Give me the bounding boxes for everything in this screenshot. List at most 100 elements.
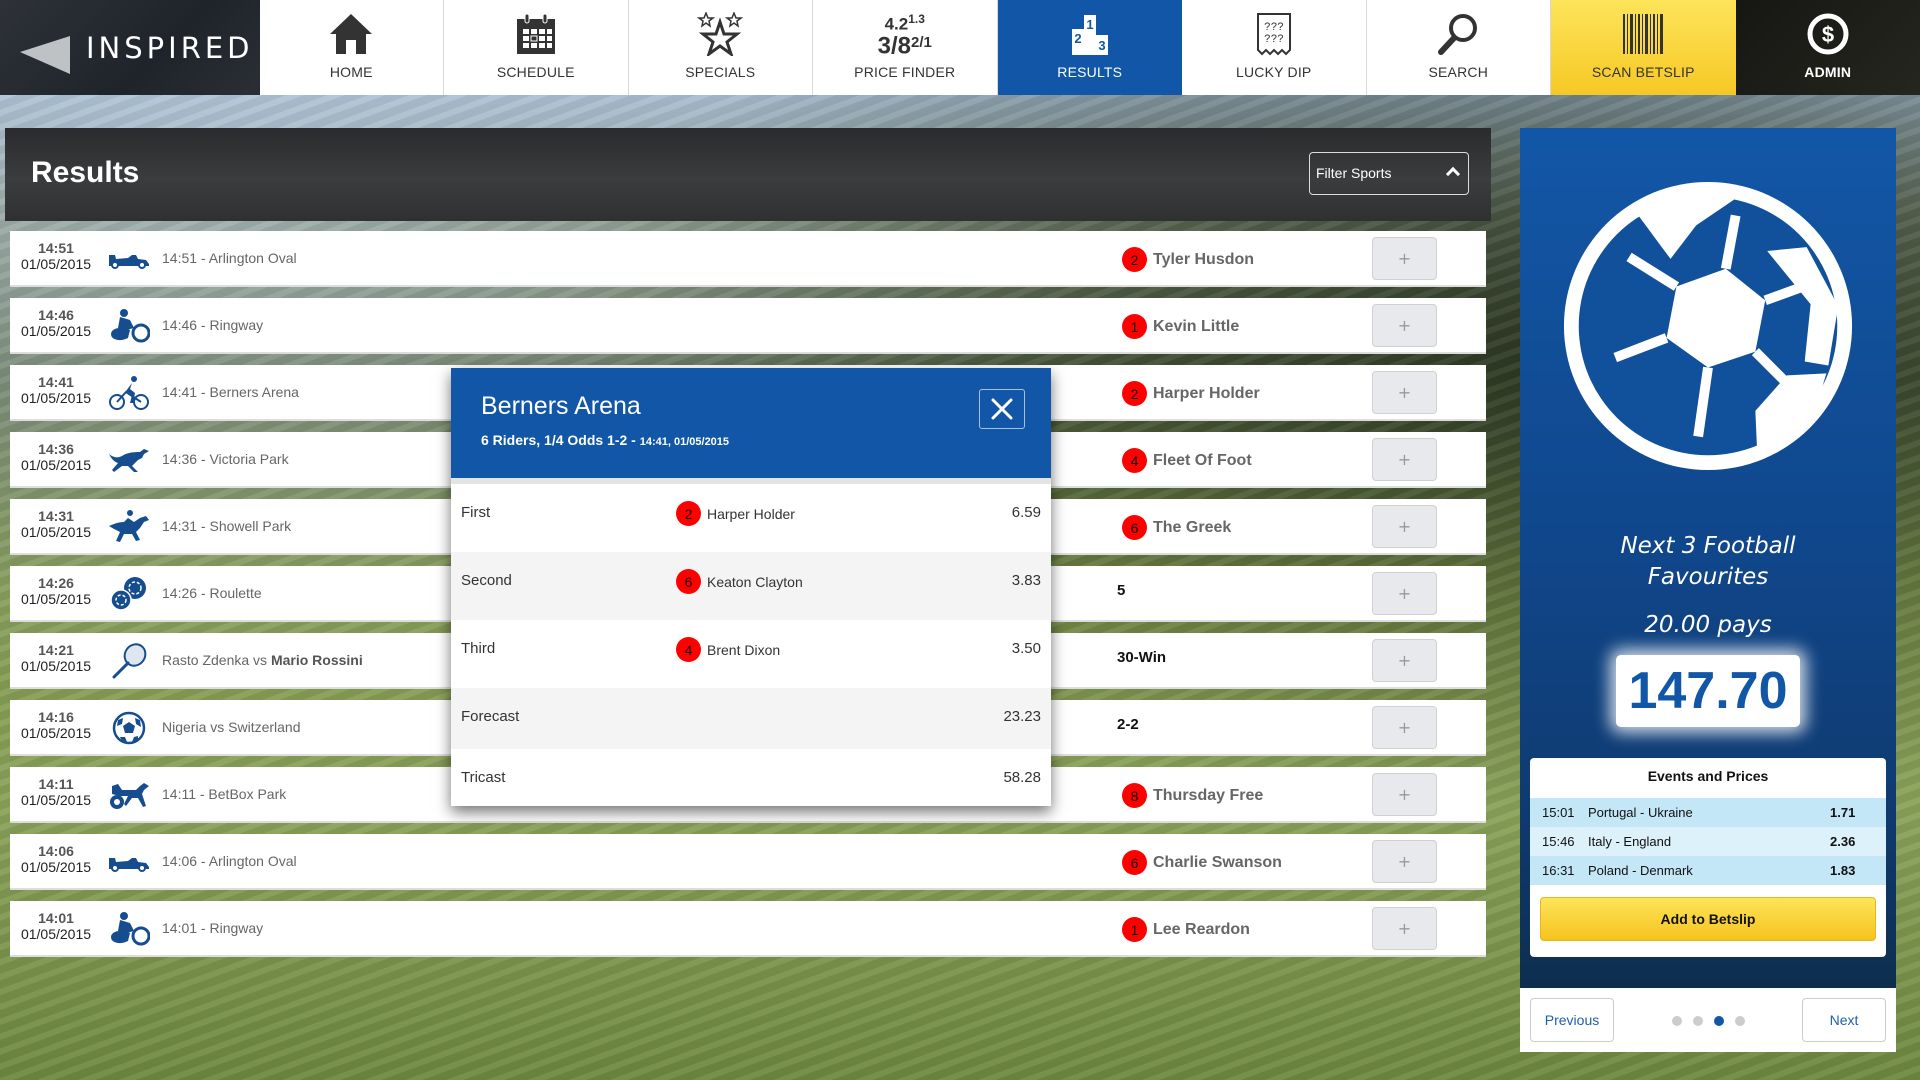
expand-button[interactable]: + — [1372, 572, 1437, 615]
events-list: 15:01 Portugal - Ukraine 1.71 15:46 Italy - … — [1530, 798, 1886, 885]
svg-text:???: ??? — [1264, 34, 1284, 46]
expand-button[interactable]: + — [1372, 505, 1437, 548]
tab-admin[interactable]: $ ADMIN — [1735, 0, 1920, 95]
event-name: 14:36 - Victoria Park — [162, 451, 289, 467]
position-badge: 2 — [1122, 381, 1147, 406]
winner-name: Fleet Of Foot — [1153, 451, 1252, 469]
carousel-dot[interactable] — [1735, 1016, 1745, 1026]
event-title: 14:31 - Showell Park — [162, 518, 291, 534]
result-row[interactable]: 14:51 01/05/2015 14:51 - Arlington Oval 2 Ty… — [10, 231, 1486, 287]
event-title: 14:41 - Berners Arena — [162, 384, 299, 400]
event-title: 14:26 - Roulette — [162, 585, 262, 601]
carousel-dot[interactable] — [1714, 1016, 1724, 1026]
position-badge: 6 — [1122, 515, 1147, 540]
event-datetime: 14:01 01/05/2015 — [10, 910, 102, 942]
popup-subtitle: 6 Riders, 1/4 Odds 1-2 - 14:41, 01/05/20… — [481, 432, 729, 448]
event-time: 15:46 — [1542, 834, 1575, 849]
tab-label: SCHEDULE — [496, 64, 575, 80]
winner-name: Charlie Swanson — [1153, 853, 1282, 871]
event-name: 14:26 - Roulette — [162, 585, 262, 601]
expand-button[interactable]: + — [1372, 840, 1437, 883]
event-time: 15:01 — [1542, 805, 1575, 820]
position-badge: 8 — [1122, 783, 1147, 808]
event-name: 14:11 - BetBox Park — [162, 786, 287, 802]
close-button[interactable] — [979, 389, 1025, 429]
harness-racing-icon — [108, 777, 150, 813]
expand-button[interactable]: + — [1372, 706, 1437, 749]
event-date: 01/05/2015 — [20, 591, 92, 607]
runner: 6 Keaton Clayton — [676, 569, 803, 594]
event-datetime: 14:06 01/05/2015 — [10, 843, 102, 875]
result-value: 30-Win — [1117, 649, 1167, 666]
dividend-value: 23.23 — [1003, 708, 1041, 725]
popup-row-third: Third 4 Brent Dixon 3.50 — [451, 620, 1051, 688]
speedway-icon — [108, 911, 150, 947]
event-name: 14:31 - Showell Park — [162, 518, 292, 534]
popup-datetime: 14:41, 01/05/2015 — [639, 436, 730, 448]
event-price: 1.71 — [1830, 805, 1856, 820]
expand-button[interactable]: + — [1372, 371, 1437, 414]
expand-button[interactable]: + — [1372, 639, 1437, 682]
winner-name: Tyler Husdon — [1153, 250, 1255, 268]
event-time: 14:46 — [38, 307, 74, 323]
event-title: 14:36 - Victoria Park — [162, 451, 289, 467]
tab-lucky-dip[interactable]: ?????? LUCKY DIP — [1182, 0, 1367, 95]
tab-price-finder[interactable]: 4.21.3 3/82/1 PRICE FINDER — [813, 0, 998, 95]
tab-scan-betslip[interactable]: SCAN BETSLIP — [1551, 0, 1736, 95]
tab-label: LUCKY DIP — [1236, 64, 1312, 80]
dividend-value: 6.59 — [1011, 504, 1041, 521]
tab-label: RESULTS — [1057, 64, 1123, 80]
event-title: 14:51 - Arlington Oval — [162, 250, 297, 266]
result-row[interactable]: 14:01 01/05/2015 14:01 - Ringway 1 Lee Reard… — [10, 901, 1486, 957]
event-datetime: 14:26 01/05/2015 — [10, 575, 102, 607]
winner: 6 Charlie Swanson — [1122, 850, 1282, 875]
expand-button[interactable]: + — [1372, 438, 1437, 481]
tab-label: ADMIN — [1804, 64, 1852, 80]
event-time: 14:06 — [38, 843, 74, 859]
event-datetime: 14:46 01/05/2015 — [10, 307, 102, 339]
position-label: First — [461, 504, 491, 521]
filter-sports-dropdown[interactable]: Filter Sports — [1309, 152, 1469, 195]
result-detail-popup: Berners Arena 6 Riders, 1/4 Odds 1-2 - 1… — [451, 368, 1051, 806]
add-to-betslip-button[interactable]: Add to Betslip — [1540, 897, 1876, 941]
carousel-dots — [1672, 1016, 1745, 1026]
expand-button[interactable]: + — [1372, 237, 1437, 280]
event-date: 01/05/2015 — [20, 323, 92, 339]
winner: 1 Lee Reardon — [1122, 917, 1250, 942]
position-badge: 4 — [676, 637, 701, 662]
result-row[interactable]: 14:46 01/05/2015 14:46 - Ringway 1 Kevin Lit… — [10, 298, 1486, 354]
football-icon — [108, 710, 150, 746]
event-name: 14:06 - Arlington Oval — [162, 853, 297, 869]
svg-text:$: $ — [1822, 22, 1834, 47]
event-time: 14:36 — [38, 441, 74, 457]
carousel-dot[interactable] — [1672, 1016, 1682, 1026]
runner: 2 Harper Holder — [676, 501, 795, 526]
tab-search[interactable]: SEARCH — [1367, 0, 1551, 95]
expand-button[interactable]: + — [1372, 773, 1437, 816]
event-time: 14:11 — [38, 776, 74, 792]
winner: 2 Harper Holder — [1122, 381, 1260, 406]
event-title: Nigeria vs Switzerland — [162, 719, 301, 735]
event-title: 14:11 - BetBox Park — [162, 786, 286, 802]
calendar-icon — [516, 10, 556, 58]
tab-results[interactable]: 12 3 RESULTS — [997, 0, 1182, 95]
winner: 6 The Greek — [1122, 515, 1231, 540]
event-name-bold: Mario Rossini — [270, 652, 363, 668]
winner-name: The Greek — [1153, 518, 1232, 536]
carousel-dot[interactable] — [1693, 1016, 1703, 1026]
result-row[interactable]: 14:06 01/05/2015 14:06 - Arlington Oval 6 Ch… — [10, 834, 1486, 890]
tab-schedule[interactable]: SCHEDULE — [444, 0, 629, 95]
chevron-up-icon — [1445, 166, 1461, 182]
winner: 8 Thursday Free — [1122, 783, 1263, 808]
position-badge: 4 — [1122, 448, 1147, 473]
event-time: 14:41 — [38, 374, 74, 390]
svg-text:???: ??? — [1264, 22, 1284, 34]
expand-button[interactable]: + — [1372, 907, 1437, 950]
next-button[interactable]: Next — [1802, 998, 1886, 1042]
tab-home[interactable]: HOME — [260, 0, 444, 95]
tab-specials[interactable]: SPECIALS — [629, 0, 813, 95]
previous-button[interactable]: Previous — [1530, 998, 1614, 1042]
event-date: 01/05/2015 — [20, 658, 92, 674]
tab-label: SPECIALS — [685, 64, 756, 80]
expand-button[interactable]: + — [1372, 304, 1437, 347]
